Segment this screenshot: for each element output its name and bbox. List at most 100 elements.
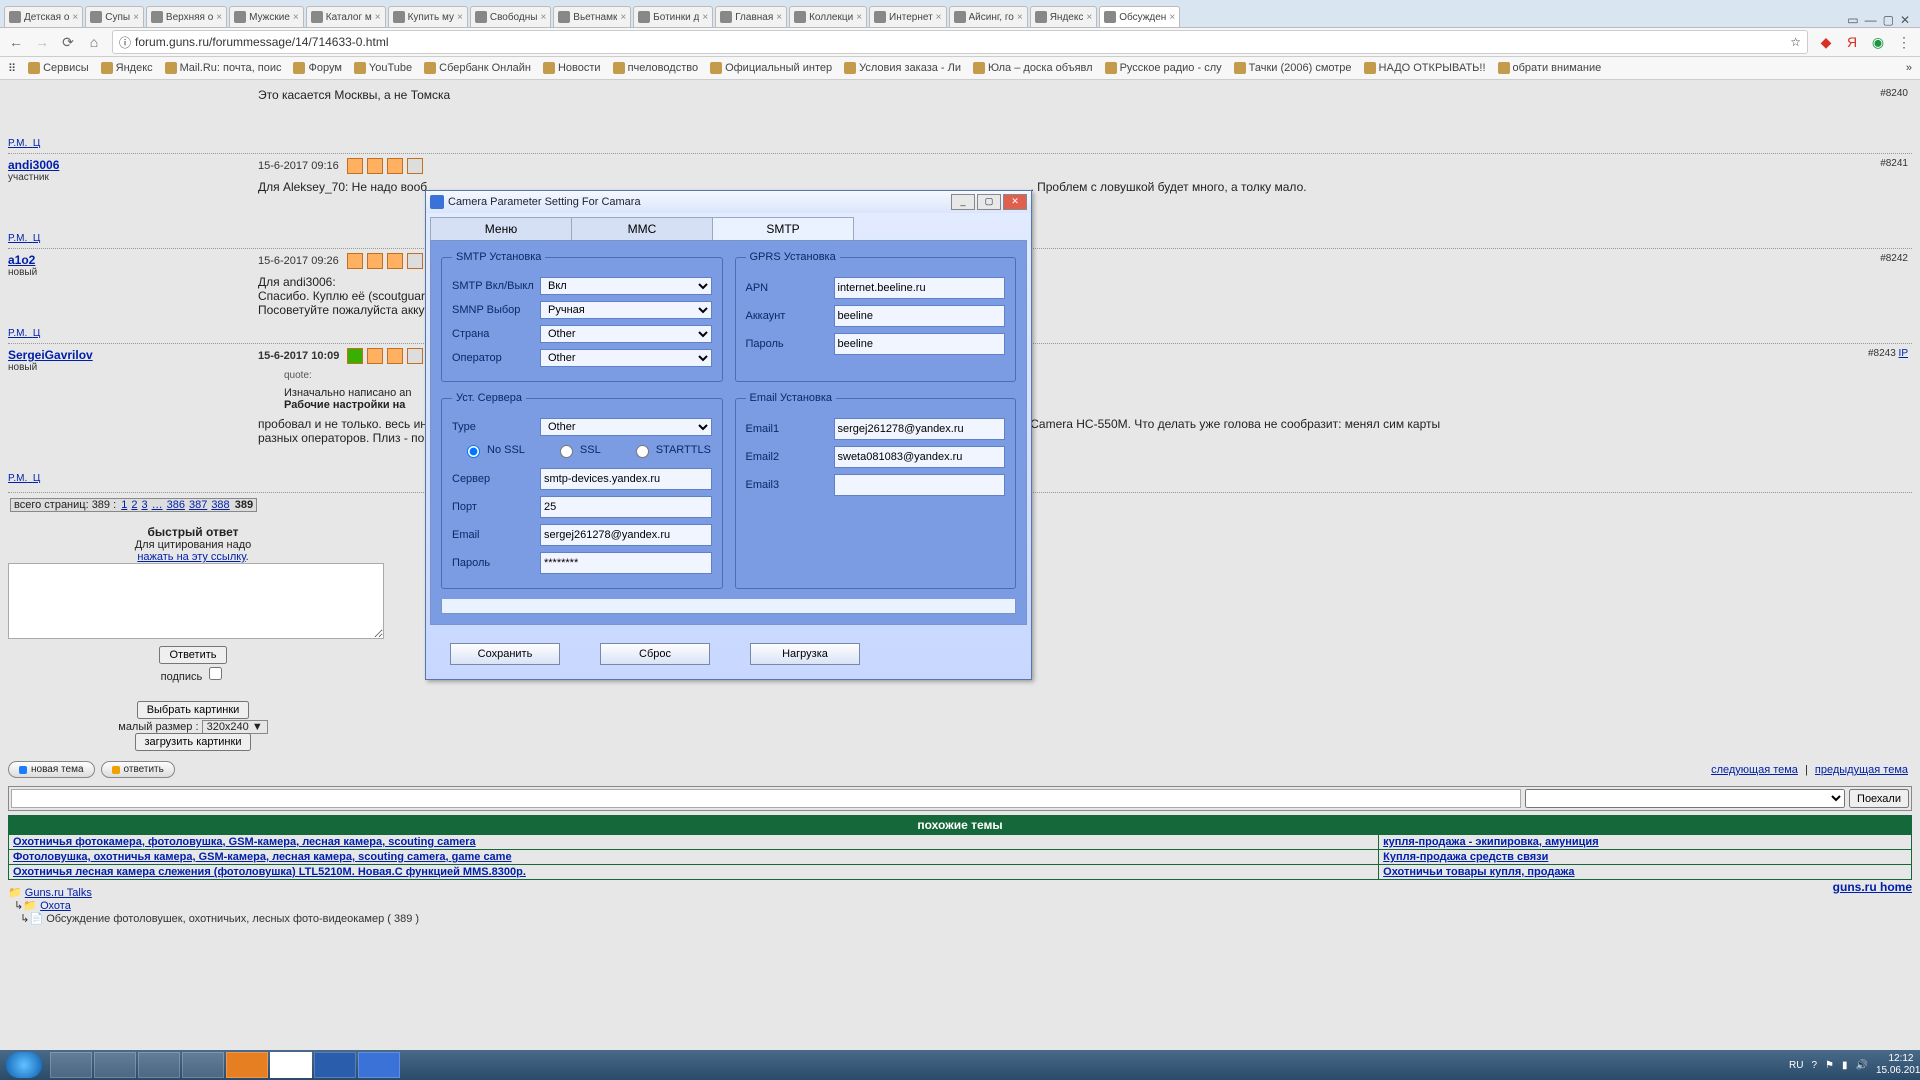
tab-close-icon[interactable]: × bbox=[72, 12, 78, 23]
select-type[interactable]: Other bbox=[540, 418, 712, 436]
radio-starttls[interactable]: STARTTLS bbox=[631, 442, 711, 458]
menu-icon[interactable]: ⋮ bbox=[1896, 34, 1912, 50]
tab-close-icon[interactable]: × bbox=[457, 12, 463, 23]
input-email3[interactable] bbox=[834, 474, 1006, 496]
task-app[interactable] bbox=[138, 1052, 180, 1078]
task-chrome[interactable] bbox=[270, 1052, 312, 1078]
select-smnp[interactable]: Ручная bbox=[540, 301, 712, 319]
browser-tab[interactable]: Вьетнамк× bbox=[553, 6, 631, 27]
bookmarks-overflow-icon[interactable]: » bbox=[1906, 62, 1912, 74]
reply-hint-link[interactable]: нажать на эту ссылку bbox=[137, 551, 245, 563]
input-port[interactable] bbox=[540, 496, 712, 518]
reload-icon[interactable]: ⟳ bbox=[60, 34, 76, 50]
home-icon[interactable]: ⌂ bbox=[86, 34, 102, 50]
post-icon[interactable] bbox=[347, 348, 363, 364]
crumb-link[interactable]: Охота bbox=[40, 900, 71, 912]
save-button[interactable]: Сохранить bbox=[450, 643, 560, 665]
input-password[interactable] bbox=[540, 552, 712, 574]
bookmark-item[interactable]: Новости bbox=[543, 62, 601, 74]
start-button[interactable] bbox=[6, 1052, 42, 1078]
tab-close-icon[interactable]: × bbox=[620, 12, 626, 23]
search-go-button[interactable] bbox=[1849, 789, 1909, 808]
ext-icon-3[interactable]: ◉ bbox=[1870, 34, 1886, 50]
dialog-max-icon[interactable]: ▢ bbox=[977, 194, 1001, 210]
browser-tab[interactable]: Айсинг, го× bbox=[949, 6, 1028, 27]
task-explorer[interactable] bbox=[50, 1052, 92, 1078]
tray-volume-icon[interactable]: 🔊 bbox=[1855, 1060, 1867, 1071]
forward-icon[interactable]: → bbox=[34, 34, 50, 50]
bookmark-item[interactable]: пчеловодство bbox=[613, 62, 699, 74]
back-icon[interactable]: ← bbox=[8, 34, 24, 50]
browser-tab[interactable]: Интернет× bbox=[869, 6, 946, 27]
answer-button[interactable]: ответить bbox=[101, 761, 175, 778]
ip-link[interactable]: IP bbox=[1899, 348, 1908, 359]
size-select[interactable]: 320x240 ▼ bbox=[202, 720, 268, 734]
lang-indicator[interactable]: RU bbox=[1789, 1060, 1803, 1071]
edit-icon[interactable] bbox=[407, 158, 423, 174]
pm-link[interactable]: P.M. bbox=[8, 328, 27, 339]
search-input[interactable] bbox=[11, 789, 1521, 808]
tray-clock[interactable]: 12:1215.06.2017 bbox=[1876, 1053, 1920, 1077]
tab-close-icon[interactable]: × bbox=[216, 12, 222, 23]
tab-mmc[interactable]: MMC bbox=[571, 217, 713, 240]
select-operator[interactable]: Other bbox=[540, 349, 712, 367]
bookmark-item[interactable]: обрати внимание bbox=[1498, 62, 1602, 74]
bookmark-item[interactable]: НАДО ОТКРЫВАТЬ!! bbox=[1364, 62, 1486, 74]
ext-icon-1[interactable]: ◆ bbox=[1818, 34, 1834, 50]
browser-tab[interactable]: Детская о× bbox=[4, 6, 83, 27]
page-link[interactable]: 387 bbox=[189, 499, 207, 511]
load-button[interactable]: Нагрузка bbox=[750, 643, 860, 665]
post-icon[interactable] bbox=[347, 158, 363, 174]
user-link[interactable]: a1o2 bbox=[8, 253, 35, 267]
task-app[interactable] bbox=[94, 1052, 136, 1078]
apps-icon[interactable]: ⠿ bbox=[8, 62, 16, 75]
browser-tab[interactable]: Свободны× bbox=[470, 6, 551, 27]
browser-tab[interactable]: Супы× bbox=[85, 6, 144, 27]
tab-close-icon[interactable]: × bbox=[776, 12, 782, 23]
chrome-close-icon[interactable]: ✕ bbox=[1900, 13, 1910, 27]
tab-smtp[interactable]: SMTP bbox=[712, 217, 854, 240]
bookmark-item[interactable]: Яндекс bbox=[101, 62, 153, 74]
pm-link[interactable]: P.M. bbox=[8, 138, 27, 149]
tab-close-icon[interactable]: × bbox=[936, 12, 942, 23]
bookmark-item[interactable]: Сбербанк Онлайн bbox=[424, 62, 531, 74]
browser-tab[interactable]: Каталог м× bbox=[306, 6, 386, 27]
post-icon[interactable] bbox=[387, 348, 403, 364]
similar-forum-link[interactable]: Купля-продажа средств связи bbox=[1383, 851, 1548, 863]
bookmark-item[interactable]: Mail.Ru: почта, поис bbox=[165, 62, 282, 74]
sign-checkbox[interactable] bbox=[209, 667, 222, 680]
upload-images-button[interactable] bbox=[135, 733, 252, 751]
radio-no-ssl[interactable]: No SSL bbox=[462, 442, 525, 458]
select-smtp-onoff[interactable]: Вкл bbox=[540, 277, 712, 295]
similar-topic-link[interactable]: Охотничья фотокамера, фотоловушка, GSM-к… bbox=[13, 836, 476, 848]
chrome-max-icon[interactable]: ▢ bbox=[1883, 13, 1894, 27]
similar-topic-link[interactable]: Охотничья лесная камера слежения (фотоло… bbox=[13, 866, 526, 878]
tab-close-icon[interactable]: × bbox=[133, 12, 139, 23]
ext-icon-2[interactable]: Я bbox=[1844, 34, 1860, 50]
browser-tab[interactable]: Обсужден× bbox=[1099, 6, 1180, 27]
bookmark-item[interactable]: Условия заказа - Ли bbox=[844, 62, 961, 74]
tray-help-icon[interactable]: ? bbox=[1811, 1060, 1817, 1071]
home-link[interactable]: guns.ru home bbox=[1833, 880, 1912, 894]
bookmark-item[interactable]: YouTube bbox=[354, 62, 412, 74]
input-email1[interactable] bbox=[834, 418, 1006, 440]
tab-close-icon[interactable]: × bbox=[1086, 12, 1092, 23]
input-gprs-password[interactable] bbox=[834, 333, 1006, 355]
post-icon[interactable] bbox=[367, 253, 383, 269]
dialog-min-icon[interactable]: _ bbox=[951, 194, 975, 210]
new-topic-button[interactable]: новая тема bbox=[8, 761, 95, 778]
bookmark-item[interactable]: Сервисы bbox=[28, 62, 89, 74]
task-word[interactable] bbox=[314, 1052, 356, 1078]
input-email[interactable] bbox=[540, 524, 712, 546]
select-country[interactable]: Other bbox=[540, 325, 712, 343]
bookmark-item[interactable]: Юла – доска объявл bbox=[973, 62, 1093, 74]
bookmark-item[interactable]: Тачки (2006) смотре bbox=[1234, 62, 1352, 74]
page-link[interactable]: 1 bbox=[121, 499, 127, 511]
browser-tab[interactable]: Купить му× bbox=[388, 6, 468, 27]
dialog-close-icon[interactable]: ✕ bbox=[1003, 194, 1027, 210]
browser-tab[interactable]: Коллекци× bbox=[789, 6, 867, 27]
browser-tab[interactable]: Мужские× bbox=[229, 6, 304, 27]
input-apn[interactable] bbox=[834, 277, 1006, 299]
similar-forum-link[interactable]: купля-продажа - экипировка, амуниция bbox=[1383, 836, 1598, 848]
similar-forum-link[interactable]: Охотничьи товары купля, продажа bbox=[1383, 866, 1574, 878]
